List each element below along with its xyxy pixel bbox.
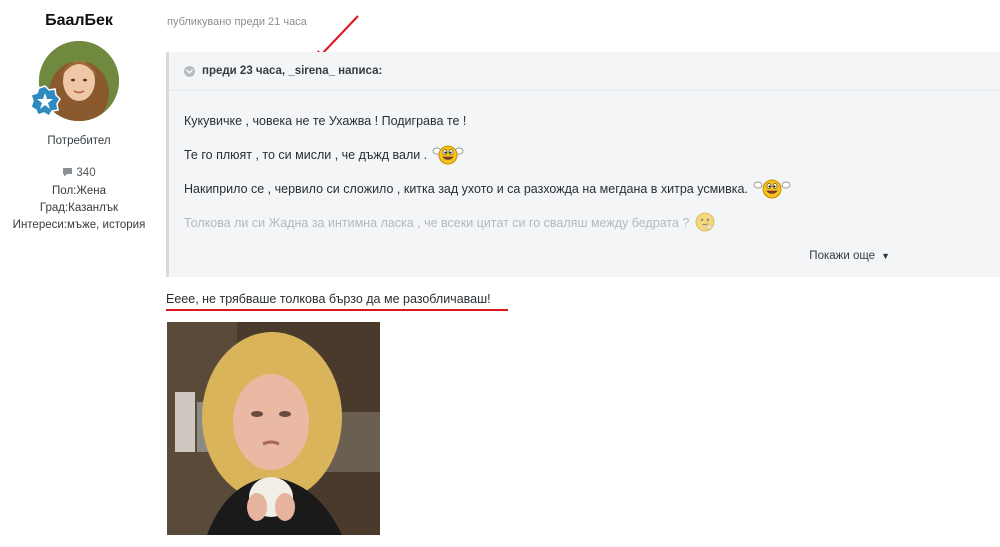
post-published-time[interactable]: публикувано преди 21 часа xyxy=(167,16,307,28)
post-count-value: 340 xyxy=(76,167,96,179)
caret-down-icon: ▼ xyxy=(881,251,890,261)
comment-icon xyxy=(62,166,73,183)
annotation-underline xyxy=(166,309,508,311)
quote-line: Те го плюят , то си мисли , че дъжд вали… xyxy=(184,138,985,172)
smiley-clap-icon xyxy=(432,142,464,169)
quote-header-text: преди 23 часа, _sirena_ написа: xyxy=(202,65,383,77)
author-panel: БаалБек Потребител 340 Пол:Жена Град:Каз… xyxy=(0,0,158,234)
quote-body: Кукувичке , човека не те Ухажва ! Подигр… xyxy=(169,91,1000,240)
star-badge-icon xyxy=(29,85,61,117)
quote-block: преди 23 часа, _sirena_ написа: Кукувичк… xyxy=(166,52,1000,277)
quote-header[interactable]: преди 23 часа, _sirena_ написа: xyxy=(169,52,1000,91)
post-image[interactable] xyxy=(167,322,380,535)
quote-line: Накиприло се , червило си сложило , китк… xyxy=(184,172,985,206)
author-name[interactable]: БаалБек xyxy=(0,12,158,30)
smiley-thinking-icon xyxy=(694,211,716,236)
crying-woman-image xyxy=(167,322,380,535)
author-city: Град:Казанлък xyxy=(39,202,119,214)
author-gender: Пол:Жена xyxy=(52,185,106,197)
reply-text: Ееее, не трябваше толкова бързо да ме ра… xyxy=(166,292,491,306)
author-role: Потребител xyxy=(47,135,111,147)
author-interests: Интереси:мъже, история xyxy=(12,219,146,231)
quote-line: Толкова ли си Жадна за интимна ласка , ч… xyxy=(184,206,985,240)
avatar-container xyxy=(30,41,119,121)
chevron-down-icon[interactable] xyxy=(184,65,195,77)
quote-line: Кукувичке , човека не те Ухажва ! Подигр… xyxy=(184,114,467,128)
post-count: 340 xyxy=(0,165,158,183)
show-more-label: Покажи още xyxy=(809,250,876,262)
smiley-clap-icon xyxy=(753,176,791,203)
show-more-button[interactable]: Покажи още ▼ xyxy=(809,250,890,262)
